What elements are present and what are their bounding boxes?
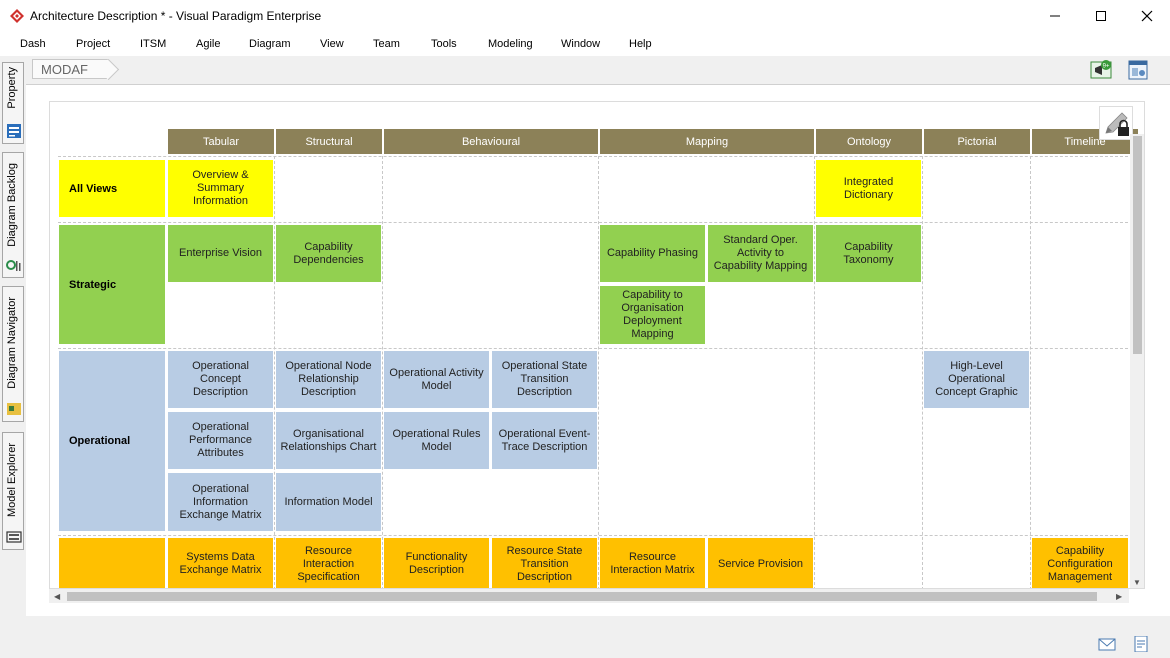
vertical-scrollbar[interactable]: ▼ xyxy=(1130,134,1144,588)
menu-agile[interactable]: Agile xyxy=(196,38,220,50)
column-header-structural[interactable]: Structural xyxy=(276,129,382,154)
view-capability-configuration[interactable]: Capability Configuration Management xyxy=(1032,538,1128,588)
panel-layout-icon[interactable] xyxy=(1127,59,1149,81)
grid-line xyxy=(58,156,1128,157)
maximize-icon xyxy=(1096,11,1106,21)
window-title: Architecture Description * - Visual Para… xyxy=(30,9,322,23)
view-op-activity-model[interactable]: Operational Activity Model xyxy=(384,351,489,408)
tab-diagram-navigator-label: Diagram Navigator xyxy=(6,297,18,389)
view-resource-interaction-spec[interactable]: Resource Interaction Specification xyxy=(276,538,381,588)
view-information-model[interactable]: Information Model xyxy=(276,473,381,531)
grid-line xyxy=(58,535,1128,536)
row-header-all-views[interactable]: All Views xyxy=(59,160,165,217)
status-bar xyxy=(0,616,1170,658)
row-header-strategic[interactable]: Strategic xyxy=(59,225,165,344)
column-header-mapping[interactable]: Mapping xyxy=(600,129,814,154)
minimize-icon xyxy=(1050,15,1060,17)
close-button[interactable] xyxy=(1124,0,1170,32)
menu-view[interactable]: View xyxy=(320,38,344,50)
minimize-button[interactable] xyxy=(1032,0,1078,32)
view-op-performance-attributes[interactable]: Operational Performance Attributes xyxy=(168,412,273,469)
backlog-icon xyxy=(6,260,21,271)
view-high-level-op-graphic[interactable]: High-Level Operational Concept Graphic xyxy=(924,351,1029,408)
view-capability-dependencies[interactable]: Capability Dependencies xyxy=(276,225,381,282)
tab-diagram-navigator[interactable]: Diagram Navigator xyxy=(2,286,24,422)
scroll-down-icon[interactable]: ▼ xyxy=(1133,578,1141,587)
edit-lock-button[interactable] xyxy=(1099,106,1133,140)
view-resource-interaction-matrix[interactable]: Resource Interaction Matrix xyxy=(600,538,705,588)
grid-line xyxy=(274,156,275,588)
menu-project[interactable]: Project xyxy=(76,38,110,50)
view-resource-state-transition[interactable]: Resource State Transition Description xyxy=(492,538,597,588)
menu-bar: Dash Project ITSM Agile Diagram View Tea… xyxy=(0,32,1170,56)
visual-paradigm-logo-icon xyxy=(10,9,24,23)
menu-itsm[interactable]: ITSM xyxy=(140,38,166,50)
menu-dash[interactable]: Dash xyxy=(20,38,46,50)
title-bar: Architecture Description * - Visual Para… xyxy=(0,0,1170,32)
view-op-node-relationship[interactable]: Operational Node Relationship Descriptio… xyxy=(276,351,381,408)
view-capability-taxonomy[interactable]: Capability Taxonomy xyxy=(816,225,921,282)
tab-diagram-backlog[interactable]: Diagram Backlog xyxy=(2,152,24,278)
tab-property-label: Property xyxy=(6,67,18,109)
view-systems-data-exchange[interactable]: Systems Data Exchange Matrix xyxy=(168,538,273,588)
scroll-right-icon[interactable]: ▶ xyxy=(1116,592,1122,601)
tab-property[interactable]: Property xyxy=(2,62,24,144)
menu-modeling[interactable]: Modeling xyxy=(488,38,533,50)
view-std-oper-activity-mapping[interactable]: Standard Oper. Activity to Capability Ma… xyxy=(708,225,813,282)
tab-model-explorer-label: Model Explorer xyxy=(6,443,18,517)
modaf-grid-diagram: Tabular Structural Behavioural Mapping O… xyxy=(49,101,1145,589)
maximize-button[interactable] xyxy=(1078,0,1124,32)
view-enterprise-vision[interactable]: Enterprise Vision xyxy=(168,225,273,282)
column-header-pictorial[interactable]: Pictorial xyxy=(924,129,1030,154)
notification-icon[interactable]: 9+ xyxy=(1090,59,1112,81)
grid-line xyxy=(814,156,815,588)
row-header-operational[interactable]: Operational xyxy=(59,351,165,531)
view-integrated-dictionary[interactable]: Integrated Dictionary xyxy=(816,160,921,217)
grid-line xyxy=(1030,156,1031,588)
pencil-lock-icon xyxy=(1105,112,1129,136)
view-capability-org-deployment[interactable]: Capability to Organisation Deployment Ma… xyxy=(600,286,705,344)
horizontal-scrollbar[interactable]: ◀ ▶ xyxy=(49,589,1129,603)
menu-window[interactable]: Window xyxy=(561,38,600,50)
grid-line xyxy=(382,156,383,588)
menu-help[interactable]: Help xyxy=(629,38,652,50)
horizontal-scroll-thumb[interactable] xyxy=(67,592,1097,601)
diagram-toolbar: MODAF 9+ xyxy=(26,56,1170,84)
grid-line xyxy=(58,348,1128,349)
view-op-state-transition[interactable]: Operational State Transition Description xyxy=(492,351,597,408)
view-functionality-description[interactable]: Functionality Description xyxy=(384,538,489,588)
column-header-behavioural[interactable]: Behavioural xyxy=(384,129,598,154)
view-overview-summary[interactable]: Overview & Summary Information xyxy=(168,160,273,217)
left-panel-tabs: Property Diagram Backlog Diagram Navigat… xyxy=(0,56,26,636)
property-icon xyxy=(7,124,21,138)
navigator-icon xyxy=(7,403,21,415)
view-op-info-exchange-matrix[interactable]: Operational Information Exchange Matrix xyxy=(168,473,273,531)
view-service-provision[interactable]: Service Provision xyxy=(708,538,813,588)
grid-line xyxy=(922,156,923,588)
view-op-rules-model[interactable]: Operational Rules Model xyxy=(384,412,489,469)
menu-diagram[interactable]: Diagram xyxy=(249,38,291,50)
explorer-icon xyxy=(6,531,22,543)
grid-line xyxy=(598,156,599,588)
diagram-canvas-frame: Tabular Structural Behavioural Mapping O… xyxy=(26,84,1170,629)
close-icon xyxy=(1141,10,1153,22)
column-header-ontology[interactable]: Ontology xyxy=(816,129,922,154)
menu-team[interactable]: Team xyxy=(373,38,400,50)
tab-diagram-backlog-label: Diagram Backlog xyxy=(6,163,18,247)
row-header-system[interactable] xyxy=(59,538,165,588)
tab-model-explorer[interactable]: Model Explorer xyxy=(2,432,24,550)
menu-tools[interactable]: Tools xyxy=(431,38,457,50)
grid-line xyxy=(58,222,1128,223)
document-icon[interactable] xyxy=(1132,636,1150,652)
view-op-concept-description[interactable]: Operational Concept Description xyxy=(168,351,273,408)
vertical-scroll-thumb[interactable] xyxy=(1133,136,1142,354)
mail-icon[interactable] xyxy=(1098,636,1116,652)
column-header-tabular[interactable]: Tabular xyxy=(168,129,274,154)
view-capability-phasing[interactable]: Capability Phasing xyxy=(600,225,705,282)
notification-badge: 9+ xyxy=(1103,64,1110,70)
view-op-event-trace[interactable]: Operational Event-Trace Description xyxy=(492,412,597,469)
scroll-left-icon[interactable]: ◀ xyxy=(54,592,60,601)
breadcrumb[interactable]: MODAF xyxy=(32,59,109,79)
view-org-relationships-chart[interactable]: Organisational Relationships Chart xyxy=(276,412,381,469)
